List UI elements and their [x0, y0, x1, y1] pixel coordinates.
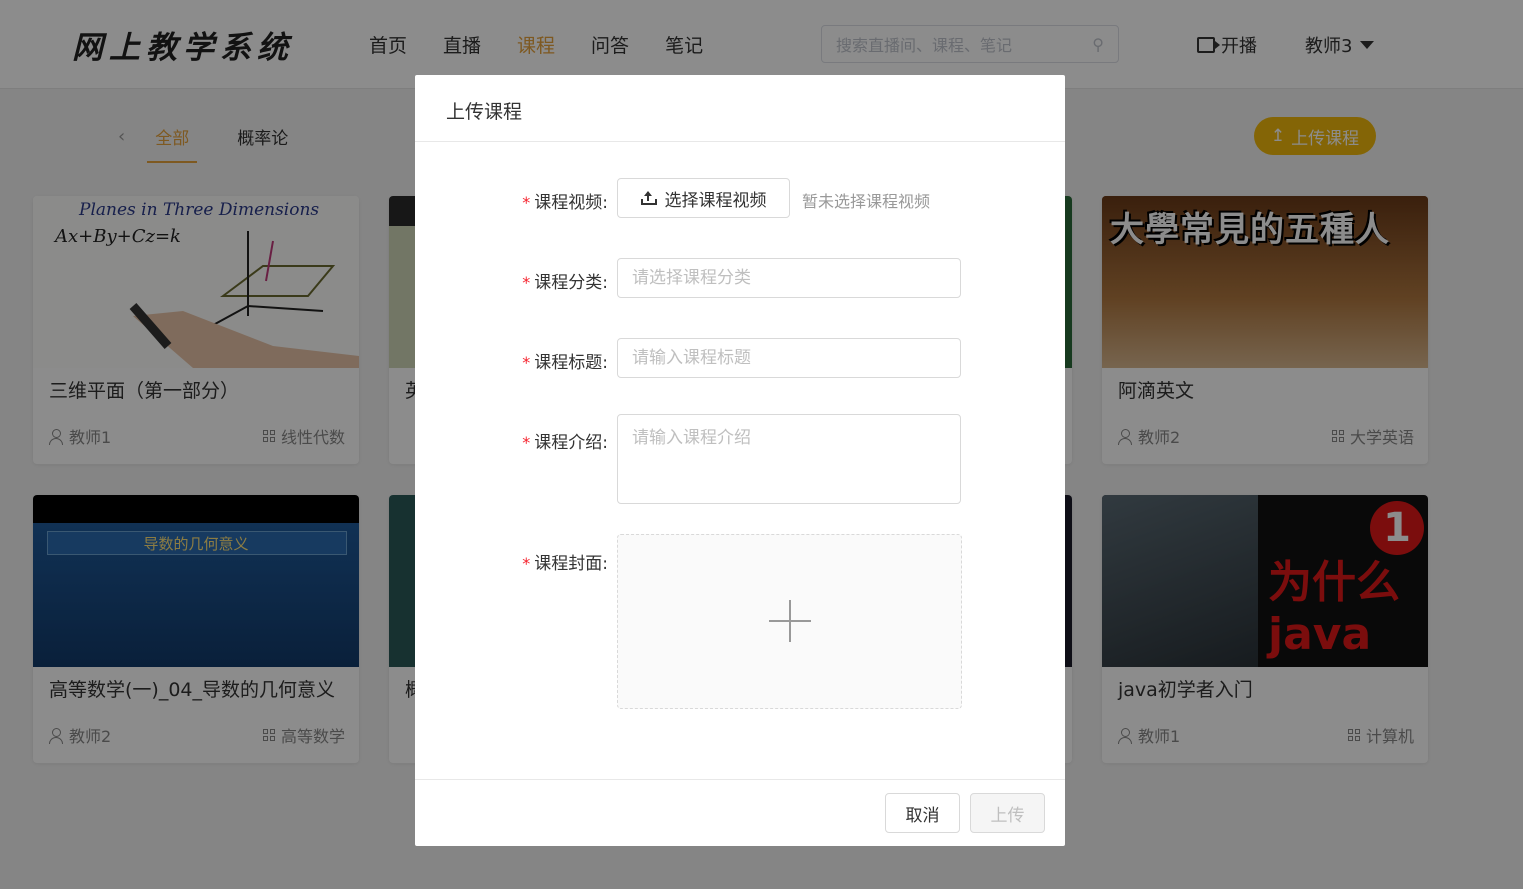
intro-label: * 课程介绍: [522, 433, 608, 453]
title-label: * 课程标题: [522, 353, 608, 373]
upload-icon [640, 191, 657, 205]
video-row: * 课程视频: 选择课程视频 暂未选择课程视频 [415, 178, 1065, 218]
cover-label: * 课程封面: [522, 554, 608, 574]
category-row: * 课程分类: [415, 258, 1065, 298]
course-title-input[interactable] [617, 338, 961, 378]
dialog-footer: 取消 上传 [415, 779, 1065, 846]
cover-row: * 课程封面: [415, 534, 1065, 709]
category-select[interactable] [617, 258, 961, 298]
video-hint: 暂未选择课程视频 [802, 192, 931, 211]
select-video-label: 选择课程视频 [664, 190, 767, 211]
select-video-button[interactable]: 选择课程视频 [617, 178, 790, 218]
upload-submit-button[interactable]: 上传 [970, 793, 1045, 833]
cover-upload-area[interactable] [617, 534, 962, 709]
course-intro-textarea[interactable] [617, 414, 961, 504]
plus-icon [769, 600, 811, 642]
video-label: * 课程视频: [522, 193, 608, 213]
cancel-button[interactable]: 取消 [885, 793, 960, 833]
upload-course-dialog: 上传课程 *课程视频: 选择课程视频 暂未选择课程视频 *课程分类: *课程标题… [415, 75, 1065, 846]
title-row: * 课程标题: [415, 338, 1065, 378]
category-label: * 课程分类: [522, 273, 608, 293]
dialog-title: 上传课程 [415, 75, 1065, 142]
intro-row: * 课程介绍: [415, 414, 1065, 504]
